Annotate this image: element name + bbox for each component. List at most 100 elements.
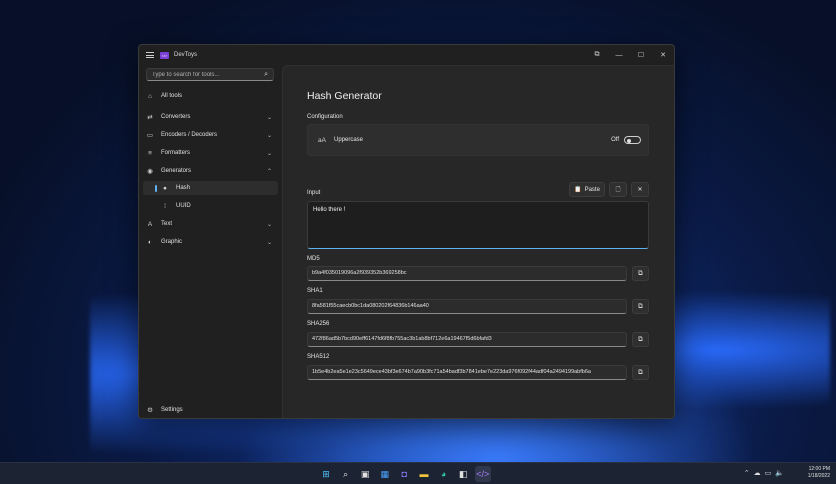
sidebar-item-label: Graphic bbox=[161, 239, 183, 245]
sidebar-item-uuid[interactable]: ⁞ UUID bbox=[143, 199, 278, 213]
sidebar-item-label: Generators bbox=[161, 168, 192, 174]
uppercase-toggle[interactable] bbox=[624, 136, 641, 144]
open-file-button[interactable]: 🗋 bbox=[609, 182, 627, 197]
sidebar-item-formatters[interactable]: ≡ Formatters ⌄ bbox=[143, 146, 278, 160]
sidebar-item-label: All tools bbox=[161, 93, 183, 99]
main-content: Hash Generator Configuration aA Uppercas… bbox=[282, 65, 674, 418]
chat-icon[interactable]: ◘ bbox=[396, 466, 412, 482]
compact-overlay-icon[interactable]: ⧉ bbox=[586, 45, 608, 65]
file-icon: 🗋 bbox=[615, 186, 621, 193]
maximize-button[interactable]: ☐ bbox=[630, 45, 652, 65]
encoder-icon: ▭ bbox=[146, 132, 154, 139]
sidebar-item-label: Formatters bbox=[161, 150, 191, 156]
chevron-down-icon: ⌄ bbox=[266, 150, 272, 157]
clock-date: 1/18/2022 bbox=[807, 473, 830, 479]
copy-md5-button[interactable]: ⧉ bbox=[632, 266, 649, 281]
chevron-down-icon: ⌄ bbox=[266, 239, 272, 246]
toggle-state-label: Off bbox=[611, 137, 619, 143]
copy-icon: ⧉ bbox=[638, 368, 643, 376]
search-box[interactable]: ⌕ bbox=[146, 68, 274, 81]
graphic-icon: ◐ bbox=[148, 238, 152, 246]
copy-sha1-button[interactable]: ⧉ bbox=[632, 299, 649, 314]
sidebar-item-text[interactable]: A Text ⌄ bbox=[143, 217, 278, 231]
uppercase-label: Uppercase bbox=[334, 137, 364, 143]
system-tray: ⌃ ☁ ▭ 🔈 bbox=[740, 469, 784, 477]
app-logo-icon: </> bbox=[160, 51, 169, 59]
copy-sha512-button[interactable]: ⧉ bbox=[632, 365, 649, 380]
chevron-up-icon: ⌃ bbox=[266, 168, 272, 175]
close-icon: ✕ bbox=[637, 187, 643, 193]
volume-icon[interactable]: 🔈 bbox=[775, 469, 784, 477]
sha256-output[interactable]: 472f86ad5b7bcd90eff6147fd6f8fb755ac3b1ab… bbox=[307, 332, 627, 347]
sha256-row: 472f86ad5b7bcd90eff6147fd6f8fb755ac3b1ab… bbox=[307, 332, 649, 347]
paste-icon: 📋 bbox=[574, 187, 582, 193]
sidebar-item-converters[interactable]: ⇄ Converters ⌄ bbox=[143, 110, 278, 124]
sha1-row: 8fa581f55caecb0bc1da080202f64836b146aa40… bbox=[307, 299, 649, 314]
hash-icon: ● bbox=[163, 184, 167, 192]
sidebar-item-hash[interactable]: ● Hash bbox=[143, 181, 278, 195]
converter-icon: ⇄ bbox=[147, 114, 153, 121]
widgets-icon[interactable]: ▦ bbox=[377, 466, 393, 482]
sidebar-item-all-tools[interactable]: ⌂ All tools bbox=[143, 89, 278, 103]
generator-icon: ◉ bbox=[147, 168, 153, 175]
page-title: Hash Generator bbox=[307, 90, 382, 102]
sha512-output[interactable]: 1b5e4b2ea5e1e23c5649ece43bf3e674b7a90b3f… bbox=[307, 365, 627, 380]
configuration-label: Configuration bbox=[307, 114, 343, 120]
uuid-icon: ⁞ bbox=[164, 202, 166, 210]
gear-icon: ⚙ bbox=[147, 407, 153, 414]
windows-start-icon[interactable]: ⊞ bbox=[318, 466, 334, 482]
minimize-button[interactable]: — bbox=[608, 45, 630, 65]
store-icon[interactable]: ◧ bbox=[455, 466, 471, 482]
copy-icon: ⧉ bbox=[638, 269, 643, 277]
copy-sha256-button[interactable]: ⧉ bbox=[632, 332, 649, 347]
paste-button[interactable]: 📋 Paste bbox=[569, 182, 605, 197]
sidebar-item-label: Hash bbox=[176, 185, 191, 191]
chevron-up-icon[interactable]: ⌃ bbox=[744, 469, 750, 477]
close-button[interactable]: ✕ bbox=[652, 45, 674, 65]
md5-output[interactable]: b9a4f035019096a2f939352b369258bc bbox=[307, 266, 627, 281]
input-textarea[interactable]: Hello there ! bbox=[307, 201, 649, 249]
sha1-output[interactable]: 8fa581f55caecb0bc1da080202f64836b146aa40 bbox=[307, 299, 627, 314]
title-bar[interactable]: </> DevToys ⧉ — ☐ ✕ bbox=[139, 45, 674, 65]
copy-icon: ⧉ bbox=[638, 302, 643, 310]
file-explorer-icon[interactable]: ▬ bbox=[416, 466, 432, 482]
search-icon[interactable]: ⌕ bbox=[338, 466, 354, 482]
sidebar-item-generators[interactable]: ◉ Generators ⌃ bbox=[143, 164, 278, 178]
network-icon[interactable]: ▭ bbox=[765, 469, 772, 477]
sidebar: ⌕ ⌂ All tools ⇄ Converters ⌄ ▭ Encoders … bbox=[139, 65, 282, 418]
chevron-down-icon: ⌄ bbox=[266, 221, 272, 228]
sidebar-item-encoders-decoders[interactable]: ▭ Encoders / Decoders ⌄ bbox=[143, 128, 278, 142]
md5-row: b9a4f035019096a2f939352b369258bc ⧉ bbox=[307, 266, 649, 281]
sidebar-item-label: Settings bbox=[161, 407, 183, 413]
text-icon: A bbox=[147, 220, 153, 228]
md5-label: MD5 bbox=[307, 256, 320, 262]
sidebar-item-label: Text bbox=[161, 221, 173, 227]
devtoys-icon[interactable]: </> bbox=[474, 466, 491, 482]
devtoys-window: </> DevToys ⧉ — ☐ ✕ ⌕ ⌂ All tools ⇄ Conv… bbox=[138, 44, 675, 419]
taskbar: ⊞ ⌕ ▣ ▦ ◘ ▬ ◕ ◧ </> ⌃ ☁ ▭ 🔈 12:00 PM 1/1… bbox=[0, 462, 836, 484]
clock-time: 12:00 PM bbox=[808, 466, 830, 472]
sidebar-item-settings[interactable]: ⚙ Settings bbox=[143, 403, 278, 417]
input-label: Input bbox=[307, 190, 321, 196]
cloud-icon[interactable]: ☁ bbox=[754, 469, 761, 477]
sha1-label: SHA1 bbox=[307, 288, 323, 294]
sidebar-item-label: UUID bbox=[176, 203, 191, 209]
sidebar-item-label: Encoders / Decoders bbox=[161, 132, 218, 138]
search-input[interactable] bbox=[152, 71, 262, 78]
chevron-down-icon: ⌄ bbox=[266, 132, 272, 139]
clear-button[interactable]: ✕ bbox=[631, 182, 649, 197]
sha512-label: SHA512 bbox=[307, 354, 330, 360]
uppercase-icon: aA bbox=[318, 136, 326, 144]
home-icon: ⌂ bbox=[148, 92, 152, 100]
sidebar-item-graphic[interactable]: ◐ Graphic ⌄ bbox=[143, 235, 278, 249]
search-icon[interactable]: ⌕ bbox=[264, 71, 268, 79]
uppercase-setting: aA Uppercase Off bbox=[307, 124, 649, 156]
app-title: DevToys bbox=[174, 52, 198, 58]
edge-icon[interactable]: ◕ bbox=[436, 466, 452, 482]
formatter-icon: ≡ bbox=[148, 149, 152, 157]
sha256-label: SHA256 bbox=[307, 321, 330, 327]
task-view-icon[interactable]: ▣ bbox=[357, 466, 373, 482]
clock[interactable]: 12:00 PM 1/18/2022 bbox=[808, 466, 830, 480]
chevron-down-icon: ⌄ bbox=[266, 114, 272, 121]
menu-icon[interactable] bbox=[146, 52, 154, 58]
